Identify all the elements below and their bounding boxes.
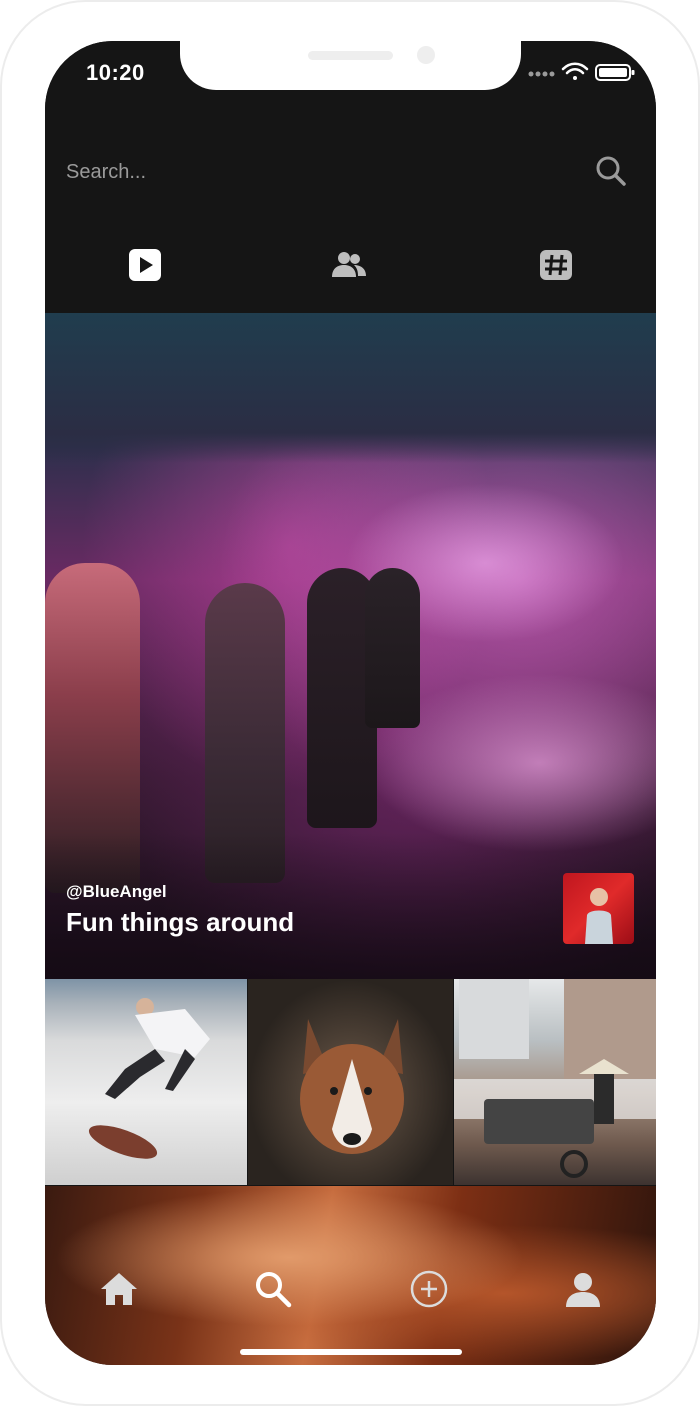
app-screen: Search... @BlueAngel Fun things around bbox=[45, 41, 656, 1365]
search-icon[interactable] bbox=[595, 155, 627, 187]
search-input[interactable]: Search... bbox=[66, 161, 146, 184]
tab-people[interactable] bbox=[330, 247, 368, 283]
device-camera bbox=[417, 46, 435, 64]
grid-post-skateboarder[interactable] bbox=[45, 979, 247, 1185]
husky-illustration bbox=[300, 1019, 404, 1154]
home-icon[interactable] bbox=[99, 1269, 139, 1309]
wifi-icon bbox=[561, 62, 589, 80]
grid-post-husky[interactable] bbox=[248, 979, 453, 1185]
post-title: Fun things around bbox=[66, 907, 295, 937]
add-circle-icon[interactable] bbox=[409, 1269, 449, 1309]
status-time: 10:20 bbox=[86, 60, 145, 85]
user-avatar-thumbnail[interactable] bbox=[563, 873, 634, 944]
signal-icon bbox=[528, 71, 555, 77]
battery-icon bbox=[595, 64, 635, 81]
tab-videos[interactable] bbox=[126, 247, 164, 283]
tab-tags[interactable] bbox=[537, 247, 575, 283]
post-username[interactable]: @BlueAngel bbox=[66, 882, 167, 902]
device-speaker bbox=[308, 51, 393, 60]
street-vendor-illustration bbox=[454, 979, 656, 1178]
nav-search-icon[interactable] bbox=[253, 1269, 293, 1309]
skateboarder-illustration bbox=[88, 998, 210, 1159]
market-roof bbox=[45, 313, 656, 463]
avatar-person bbox=[585, 888, 613, 944]
home-indicator[interactable] bbox=[240, 1349, 462, 1355]
status-icons bbox=[528, 62, 635, 81]
grid-post-street-vendor[interactable] bbox=[454, 979, 656, 1185]
profile-icon[interactable] bbox=[563, 1269, 603, 1309]
device-notch bbox=[180, 41, 521, 90]
shopper-figure bbox=[365, 568, 420, 728]
